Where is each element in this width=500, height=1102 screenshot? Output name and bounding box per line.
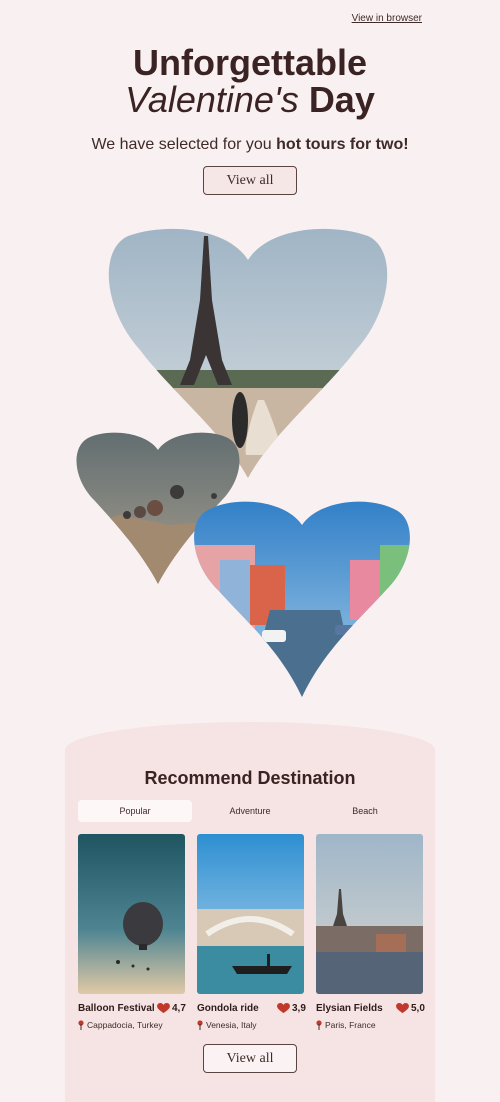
heart-icon (396, 1003, 409, 1014)
view-all-button-bottom[interactable]: View all (203, 1044, 297, 1073)
card-location-gondola: Venesia, Italy (197, 1020, 257, 1030)
heart-icon (157, 1003, 170, 1014)
card-image-gondola[interactable] (197, 834, 304, 994)
card-location-text: Cappadocia, Turkey (87, 1020, 163, 1030)
card-rating-gondola: 3,9 (277, 1003, 306, 1014)
recommend-title: Recommend Destination (144, 768, 356, 788)
heart-icon (277, 1003, 290, 1014)
card-rating-value: 3,9 (292, 1003, 306, 1014)
card-location-balloon: Cappadocia, Turkey (78, 1020, 163, 1030)
tab-popular[interactable]: Popular (78, 800, 192, 822)
card-rating-value: 5,0 (411, 1003, 425, 1014)
card-image-balloon[interactable] (78, 834, 185, 994)
card-name-balloon[interactable]: Balloon Festival (78, 1003, 155, 1014)
card-name-paris[interactable]: Elysian Fields (316, 1003, 383, 1014)
card-rating-paris: 5,0 (396, 1003, 425, 1014)
map-pin-icon (78, 1020, 84, 1030)
card-location-text: Paris, France (325, 1020, 376, 1030)
card-image-paris[interactable] (316, 834, 423, 994)
card-name-gondola[interactable]: Gondola ride (197, 1003, 259, 1014)
map-pin-icon (316, 1020, 322, 1030)
venice-heart-photo (194, 501, 410, 697)
tab-beach[interactable]: Beach (308, 800, 422, 822)
map-pin-icon (197, 1020, 203, 1030)
card-rating-balloon: 4,7 (157, 1003, 186, 1014)
card-location-paris: Paris, France (316, 1020, 376, 1030)
card-location-text: Venesia, Italy (206, 1020, 257, 1030)
heart-photo-collage (76, 228, 410, 697)
tab-adventure[interactable]: Adventure (193, 800, 307, 822)
card-rating-value: 4,7 (172, 1003, 186, 1014)
